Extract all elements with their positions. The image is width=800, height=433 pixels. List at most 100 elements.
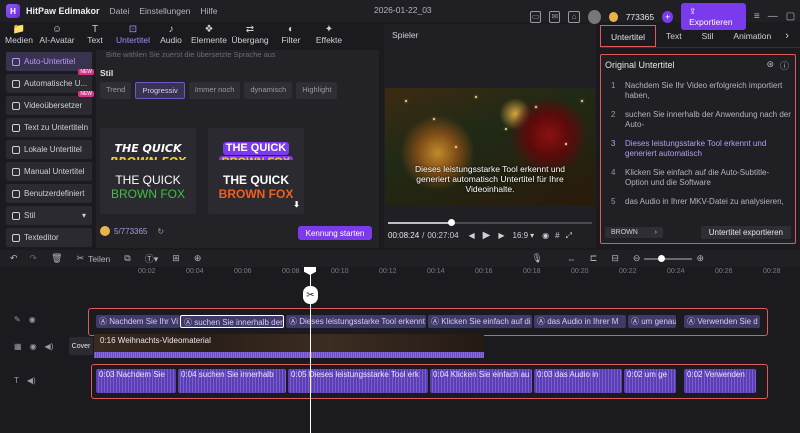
chip-progressiv[interactable]: Progressiv: [135, 82, 185, 99]
mail-icon[interactable]: ✉: [549, 10, 561, 23]
subtitle-text[interactable]: Dieses leistungsstarke Tool erkennt und …: [621, 139, 791, 159]
split-label[interactable]: Teilen: [88, 254, 110, 264]
chevron-right-icon[interactable]: ›: [785, 30, 789, 42]
tab-effekte[interactable]: ✦ Effekte: [310, 22, 348, 49]
font-select[interactable]: BROWN ›: [605, 226, 663, 238]
text-style-icon[interactable]: Ⓣ▾: [145, 252, 159, 265]
prev-frame-icon[interactable]: ◀: [469, 231, 475, 240]
crop-icon[interactable]: ⊞: [172, 253, 180, 264]
chevron-down-icon[interactable]: ▾: [530, 231, 534, 240]
zoom-in-icon[interactable]: ⊕: [696, 253, 704, 264]
subtitle-clip[interactable]: Ⓐ Nachdem Sie Ihr Vi: [96, 315, 180, 328]
avatar[interactable]: [587, 9, 601, 24]
tab-ai-avatar[interactable]: ☺ AI-Avatar: [38, 22, 76, 49]
playback-progress[interactable]: [388, 219, 592, 226]
minimize-icon[interactable]: —: [768, 11, 778, 22]
sidebar-item-text-zu-untertiteln[interactable]: Text zu Untertiteln: [6, 118, 92, 137]
cover-button[interactable]: Cover: [69, 337, 93, 355]
maximize-icon[interactable]: ▢: [786, 11, 795, 22]
snap-icon[interactable]: ⊏: [590, 253, 598, 264]
text-audio-icon[interactable]: T: [14, 376, 19, 385]
subtitle-clip[interactable]: Ⓐ suchen Sie innerhalb der: [180, 315, 284, 328]
monitor-icon[interactable]: ▭: [530, 10, 542, 23]
redo-icon[interactable]: ↷: [30, 253, 38, 264]
split-scissor-icon[interactable]: ✂: [303, 286, 318, 304]
copy-icon[interactable]: ⧉: [124, 253, 130, 264]
play-icon[interactable]: ▶: [483, 230, 491, 241]
list-item[interactable]: 3 Dieses leistungsstarke Tool erkennt und…: [605, 139, 791, 168]
speed-icon[interactable]: ⊕: [194, 253, 202, 264]
audio-clip[interactable]: 0:02 um ge: [624, 369, 676, 393]
edit-icon[interactable]: ✎: [14, 315, 21, 324]
audio-clip[interactable]: 0:05 Dieses leistungsstarke Tool erk: [288, 369, 428, 393]
chip-immer-noch[interactable]: Immer noch: [188, 82, 241, 99]
crop-icon[interactable]: #: [555, 231, 559, 240]
subtitle-clip[interactable]: Ⓐ um genau: [628, 315, 676, 328]
progress-knob[interactable]: [448, 219, 456, 226]
link-icon[interactable]: ⇔: [567, 254, 576, 264]
sidebar-item-videouebersetzer[interactable]: Videoübersetzer NEW: [6, 91, 94, 115]
snapshot-icon[interactable]: ◉: [542, 231, 549, 240]
undo-icon[interactable]: ↶: [10, 253, 18, 264]
subtitle-clip[interactable]: Ⓐ Klicken Sie einfach auf di: [428, 315, 532, 328]
tab-untertitel[interactable]: ⊡ Untertitel: [114, 22, 152, 49]
aspect-ratio[interactable]: 16:9: [513, 231, 529, 240]
sidebar-item-stil[interactable]: Stil ▾: [6, 206, 92, 225]
speaker-icon[interactable]: ◀): [27, 376, 36, 385]
audio-clip[interactable]: 0:03 Nachdem Sie: [96, 369, 176, 393]
subtitle-text[interactable]: das Audio in Ihrer MKV-Datei zu analysie…: [621, 197, 791, 207]
info-icon[interactable]: ⓘ: [780, 59, 789, 72]
zoom-slider[interactable]: [644, 254, 693, 262]
tab-untertitel-right[interactable]: Untertitel: [600, 24, 657, 47]
audio-clip[interactable]: 0:04 Klicken Sie einfach au: [430, 369, 532, 393]
refresh-icon[interactable]: ↻: [157, 227, 164, 236]
sidebar-item-benutzerdefiniert[interactable]: Benutzerdefiniert: [6, 184, 92, 203]
tab-uebergang[interactable]: ⇄ Übergang: [228, 22, 272, 49]
chip-trend[interactable]: Trend: [100, 82, 132, 99]
add-credits-button[interactable]: +: [662, 10, 674, 23]
audio-clip[interactable]: 0:03 das Audio in: [534, 369, 622, 393]
sidebar-item-manual-untertitel[interactable]: Manual Untertitel: [6, 162, 92, 181]
menu-datei[interactable]: Datei: [110, 6, 130, 16]
eye-icon[interactable]: ◉: [29, 315, 36, 324]
delete-icon[interactable]: 🗑: [51, 253, 62, 264]
chip-dynamisch[interactable]: dynamisch: [244, 82, 293, 99]
zoom-knob[interactable]: [658, 254, 666, 262]
subtitle-clip[interactable]: Ⓐ Verwenden Sie d: [684, 315, 760, 328]
speaker-icon[interactable]: ◀): [45, 342, 54, 351]
sidebar-item-texteditor[interactable]: Texteditor: [6, 228, 92, 247]
menu-icon[interactable]: ≡: [754, 11, 760, 22]
subtitle-text[interactable]: Klicken Sie einfach auf die Auto-Subtitl…: [621, 168, 791, 188]
tab-audio[interactable]: ♪ Audio: [152, 22, 190, 49]
audio-clip[interactable]: 0:04 suchen Sie innerhalb: [178, 369, 286, 393]
gift-icon[interactable]: ⌂: [568, 10, 580, 23]
mic-icon[interactable]: 🎙: [531, 253, 542, 264]
menu-einstellungen[interactable]: Einstellungen: [139, 6, 190, 16]
start-recognition-button[interactable]: Kennung starten: [298, 226, 372, 240]
tab-animation-right[interactable]: Animation: [723, 25, 781, 47]
tab-medien[interactable]: 📁 Medien: [0, 22, 38, 49]
style-card-3[interactable]: THE QUICK BROWN FOX: [100, 160, 196, 214]
subtitle-text[interactable]: suchen Sie innerhalb der Anwendung nach …: [621, 110, 791, 130]
subtitle-text[interactable]: Nachdem Sie Ihr Video erfolgreich import…: [621, 81, 791, 101]
list-item[interactable]: 5 das Audio in Ihrer MKV-Datei zu analysi…: [605, 197, 791, 226]
list-item[interactable]: 2 suchen Sie innerhalb der Anwendung nach…: [605, 110, 791, 139]
tab-text[interactable]: T Text: [76, 22, 114, 49]
tab-text-right[interactable]: Text: [656, 25, 692, 47]
video-clip[interactable]: 0:16 Weihnachts-Videomaterial: [94, 334, 484, 358]
tab-stil-right[interactable]: Stil: [692, 25, 724, 47]
export-subtitles-button[interactable]: Untertitel exportieren: [700, 225, 791, 239]
tab-filter[interactable]: ◐ Filter: [272, 22, 310, 49]
eye-icon[interactable]: ◉: [30, 342, 37, 351]
subtitle-clip[interactable]: Ⓐ Dieses leistungsstarke Tool erkennt: [286, 315, 426, 328]
ai-icon[interactable]: ⊛: [766, 59, 774, 72]
film-icon[interactable]: ▦: [14, 342, 22, 351]
zoom-out-icon[interactable]: ⊖: [633, 253, 641, 264]
menu-hilfe[interactable]: Hilfe: [200, 6, 217, 16]
style-card-4[interactable]: THE QUICK BROWN FOX ⬇: [208, 160, 304, 214]
zoom-fit-icon[interactable]: ⊟: [611, 253, 619, 264]
next-frame-icon[interactable]: ▶: [498, 231, 504, 240]
tab-elemente[interactable]: ❖ Elemente: [190, 22, 228, 49]
sidebar-item-lokale-untertitel[interactable]: Lokale Untertitel: [6, 140, 92, 159]
list-item[interactable]: 4 Klicken Sie einfach auf die Auto-Subtit…: [605, 168, 791, 197]
